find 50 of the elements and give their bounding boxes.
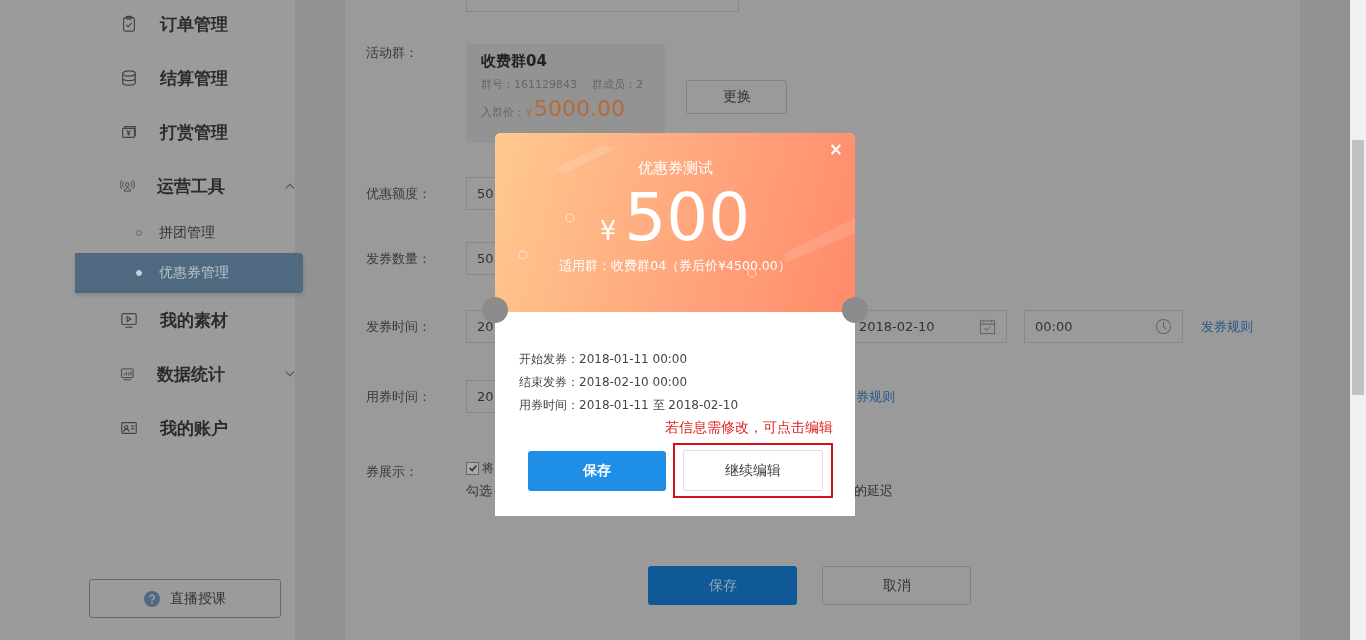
- field-label: 发券时间：: [366, 317, 432, 336]
- coupon-info: 开始发券：2018-01-11 00:00: [519, 351, 689, 368]
- nav-item[interactable]: 数据统计: [0, 347, 295, 401]
- rule-link[interactable]: 券规则: [856, 387, 895, 406]
- chart-icon: [120, 365, 135, 383]
- calendar-icon: [979, 318, 996, 335]
- coupon-scope: 适用群：收费群04（券后价¥4500.00）: [559, 258, 791, 275]
- currency-sign: ¥: [599, 216, 617, 246]
- change-button[interactable]: 更换: [686, 80, 787, 114]
- nav-item[interactable]: 打赏管理: [0, 105, 295, 159]
- cancel-button[interactable]: 取消: [822, 566, 971, 605]
- edit-hint: 若信息需修改，可点击编辑: [664, 418, 833, 437]
- nav-subitem[interactable]: 优惠券管理: [75, 253, 303, 293]
- coupon-title: 优惠券测试: [637, 159, 713, 178]
- rule-link[interactable]: 发券规则: [1201, 317, 1253, 336]
- clock-icon: [1155, 318, 1172, 335]
- help-icon: [144, 590, 160, 607]
- nav-subitem[interactable]: 拼团管理: [0, 213, 303, 253]
- nav-item[interactable]: 我的账户: [0, 401, 295, 455]
- scrollbar-thumb[interactable]: [1352, 140, 1364, 395]
- checkbox-label: 将: [482, 459, 494, 477]
- continue-edit-button[interactable]: 继续编辑: [683, 450, 823, 491]
- hint-text: 勾选: [466, 482, 492, 500]
- broadcast-icon: [120, 177, 135, 195]
- group-price: 5000.00: [534, 96, 625, 121]
- coupon-info: 用券时间：2018-01-11 至 2018-02-10: [519, 397, 740, 414]
- field-label: 用券时间：: [366, 387, 432, 406]
- field-label: 优惠额度：: [366, 184, 432, 203]
- nav-item[interactable]: 订单管理: [0, 0, 295, 51]
- nav-item[interactable]: 运营工具: [0, 159, 295, 213]
- hint-text: 的延迟: [854, 482, 893, 500]
- nav-item[interactable]: 结算管理: [0, 51, 295, 105]
- cash-icon: [120, 123, 138, 141]
- nav-item[interactable]: 我的素材: [0, 293, 295, 347]
- coupon-amount: 500: [624, 180, 751, 256]
- time-field[interactable]: 00:00: [1024, 310, 1183, 343]
- coupon-info: 结束发券：2018-02-10 00:00: [519, 374, 689, 391]
- play-icon: [120, 311, 138, 329]
- checkbox[interactable]: [466, 461, 479, 475]
- currency-sign: ¥: [525, 106, 532, 119]
- save-button[interactable]: 保存: [528, 450, 666, 491]
- field-label: 券展示：: [366, 463, 419, 481]
- field-label: 发券数量：: [366, 249, 432, 268]
- clipboard-icon: [120, 15, 138, 33]
- id-card-icon: [120, 419, 138, 437]
- live-class-button[interactable]: 直播授课: [89, 579, 281, 618]
- field-label: 活动群：: [366, 44, 419, 62]
- coins-icon: [120, 69, 138, 87]
- group-name: 收费群04: [481, 52, 548, 71]
- save-button[interactable]: 保存: [648, 566, 797, 605]
